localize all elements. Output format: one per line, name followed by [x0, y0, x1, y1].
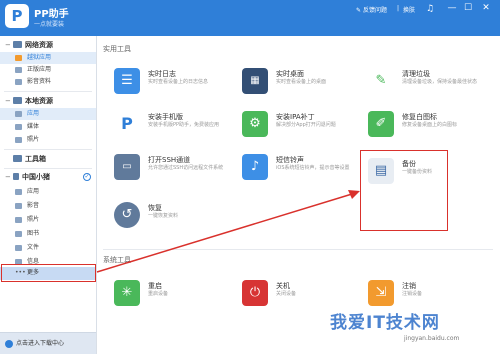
app-logo-icon: P — [5, 4, 29, 28]
computer-icon — [13, 97, 22, 104]
tool-restore[interactable]: ↺ 恢复 一键恢复资料 — [114, 202, 244, 240]
highlight-box-more — [1, 264, 96, 282]
app-subtitle: 一点就要装 — [34, 21, 65, 28]
terminal-icon: ▭ — [122, 161, 132, 172]
media-icon — [15, 79, 22, 85]
restart-icon: ✳ — [121, 285, 133, 300]
tool-restart[interactable]: ✳ 重启 重启设备 — [114, 280, 244, 318]
collapse-icon: − — [5, 173, 11, 181]
wrench-icon: ✐ — [375, 116, 387, 131]
logout-icon: ⇲ — [375, 285, 387, 300]
divider: | — [397, 5, 400, 12]
skin-link[interactable]: 换肤 — [403, 5, 415, 14]
collapse-icon: − — [5, 97, 11, 105]
maximize-button[interactable]: ☐ — [462, 2, 474, 14]
sidebar-group-local-resources[interactable]: − 本地资源 — [0, 94, 96, 108]
section-title-practical-tools: 实用工具 — [103, 45, 131, 53]
sidebar-item-jailbreak-apps[interactable]: 越狱应用 — [0, 52, 96, 64]
media-icon — [15, 124, 22, 130]
feedback-icon: ✎ — [356, 7, 363, 14]
section-title-system-tools: 系统工具 — [103, 256, 131, 264]
sidebar-item-device-books[interactable]: 图书 — [0, 228, 96, 240]
folder-icon — [15, 245, 22, 251]
sidebar: − 网络资源 越狱应用 正版应用 影音资料 − 本地资源 应用 媒体 照片 工具箱 … — [0, 36, 97, 354]
divider — [4, 149, 92, 150]
sidebar-item-device-photos[interactable]: 照片 — [0, 214, 96, 226]
app-icon — [15, 55, 22, 61]
desktop-icon: ▦ — [250, 75, 260, 86]
tool-install-ipa-patch[interactable]: ⚙ 安装IPA补丁 解决部分App打开闪退问题 — [242, 111, 372, 149]
log-icon: ☰ — [121, 73, 133, 88]
watermark-text: 我爱IT技术网 — [330, 313, 440, 333]
sidebar-group-device[interactable]: − 中国小猪 ✓ — [0, 170, 96, 184]
sidebar-item-device-apps[interactable]: 应用 — [0, 186, 96, 198]
app-title: PP助手 — [34, 9, 69, 20]
broom-icon: ✎ — [375, 73, 387, 88]
sidebar-item-device-files[interactable]: 文件 — [0, 242, 96, 254]
media-icon — [15, 203, 22, 209]
sidebar-item-local-photos[interactable]: 照片 — [0, 134, 96, 146]
divider — [4, 168, 92, 169]
toolbox-icon — [13, 155, 22, 162]
connected-check-icon: ✓ — [83, 173, 91, 181]
pp-logo-icon: P — [121, 114, 133, 133]
phone-icon — [13, 173, 19, 180]
book-icon — [15, 231, 22, 237]
globe-icon — [13, 41, 22, 48]
sidebar-item-local-media[interactable]: 媒体 — [0, 121, 96, 133]
divider — [103, 249, 493, 250]
bird-icon: ♪ — [250, 159, 260, 174]
download-center-link[interactable]: 点击进入下载中心 — [0, 332, 96, 354]
title-bar: P PP助手 一点就要装 ✎ 反馈问题 | 换肤 ♫ — ☐ ✕ — [0, 0, 500, 36]
main-panel: 实用工具 ☰ 实时日志 实时查看设备上的日志信息 ▦ 实时桌面 实时查看设备上的… — [98, 36, 500, 354]
restore-icon: ↺ — [121, 207, 133, 222]
photo-icon — [15, 217, 22, 223]
app-icon — [15, 111, 22, 117]
tool-sms-ringtone[interactable]: ♪ 短信铃声 iOS系统短信铃声，提示音等设置 — [242, 154, 372, 192]
app-icon — [15, 67, 22, 73]
tool-open-ssh[interactable]: ▭ 打开SSH通道 允许您通过SSH访问远程文件系统 — [114, 154, 244, 192]
collapse-icon: − — [5, 41, 11, 49]
sidebar-item-local-apps[interactable]: 应用 — [0, 108, 96, 120]
feedback-link[interactable]: ✎ 反馈问题 — [356, 5, 387, 14]
minimize-button[interactable]: — — [446, 2, 458, 14]
music-icon[interactable]: ♫ — [424, 3, 436, 15]
sidebar-item-media[interactable]: 影音资料 — [0, 76, 96, 88]
power-icon: ⏻ — [249, 285, 261, 300]
gear-icon: ⚙ — [249, 116, 261, 131]
sidebar-item-genuine-apps[interactable]: 正版应用 — [0, 64, 96, 76]
highlight-box-backup — [360, 150, 448, 231]
sidebar-group-net-resources[interactable]: − 网络资源 — [0, 38, 96, 52]
sidebar-item-toolbox[interactable]: 工具箱 — [0, 152, 96, 166]
tool-fix-white-icon[interactable]: ✐ 修复白图标 修复设备桌面上的白图标 — [368, 111, 498, 149]
app-icon — [15, 189, 22, 195]
photo-icon — [15, 137, 22, 143]
download-icon — [5, 340, 13, 348]
watermark-url: jingyan.baidu.com — [404, 335, 460, 342]
close-button[interactable]: ✕ — [480, 2, 492, 14]
tool-clean-junk[interactable]: ✎ 清理垃圾 清理设备垃圾，保持设备最佳状态 — [368, 68, 498, 106]
tool-install-mobile[interactable]: P 安装手机版 安装手机版PP助手，免费装应用 — [114, 111, 244, 149]
divider — [4, 91, 92, 92]
sidebar-item-device-media[interactable]: 影音 — [0, 200, 96, 212]
tool-realtime-desktop[interactable]: ▦ 实时桌面 实时查看设备上的桌面 — [242, 68, 372, 106]
tool-realtime-log[interactable]: ☰ 实时日志 实时查看设备上的日志信息 — [114, 68, 244, 106]
